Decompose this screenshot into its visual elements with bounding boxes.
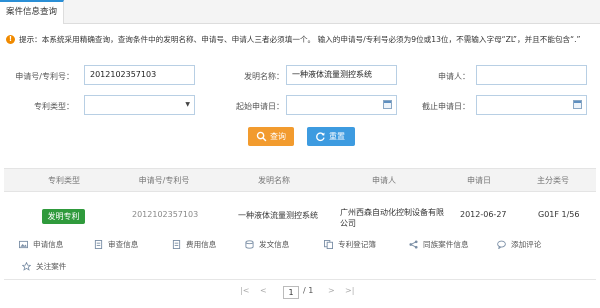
action-label: 添加评论 [511,240,542,249]
action-fee-info[interactable]: 费用信息 [172,239,216,250]
action-application-info[interactable]: 申请信息 [19,239,63,250]
action-examination-info[interactable]: 审查信息 [94,239,138,250]
ipc-cell: G01F 1/56 [538,210,580,219]
action-label: 关注案件 [36,262,67,271]
dropdown-arrow-icon[interactable]: ▼ [185,96,190,114]
invention-name-input[interactable]: 一种液体流量测控系统 [286,65,397,85]
action-patent-register[interactable]: 专利登记簿 [324,239,376,250]
tip-bar: ! 提示：本系统采用精确查询，查询条件中的发明名称、申请号、申请人三者必须填一个… [6,33,594,45]
tip-text: 提示：本系统采用精确查询，查询条件中的发明名称、申请号、申请人三者必须填一个。 … [19,34,581,44]
app-date-cell: 2012-06-27 [460,210,507,219]
image-icon [19,240,28,249]
search-icon [256,131,267,142]
header-invention-name: 发明名称 [258,176,290,185]
search-button[interactable]: 查询 [248,127,294,146]
action-label: 专利登记簿 [338,240,376,249]
start-date-input[interactable] [286,95,397,115]
action-dispatch-info[interactable]: 发文信息 [245,239,289,250]
last-page-button[interactable]: >| [345,286,354,295]
patent-type-badge: 发明专利 [42,209,85,224]
app-no-link[interactable]: 2012102357103 [132,210,198,219]
patent-type-label: 专利类型： [34,102,74,111]
calendar-icon[interactable] [573,100,582,109]
reset-button[interactable]: 重置 [307,127,355,146]
header-app-no: 申请号/专利号 [138,176,190,185]
header-applicant: 申请人 [372,176,396,185]
document-icon [94,240,103,249]
share-icon [409,240,418,249]
header-app-date: 申请日 [467,176,491,185]
action-label: 审查信息 [108,240,139,249]
header-ipc: 主分类号 [537,176,569,185]
pagination: |< < 1 / 1 > >| [0,284,600,302]
action-label: 申请信息 [33,240,64,249]
reset-button-label: 重置 [329,132,345,141]
applicant-input[interactable] [476,65,587,85]
results-table-header: 专利类型 申请号/专利号 发明名称 申请人 申请日 主分类号 [4,168,596,192]
page-number-input[interactable]: 1 [283,286,299,299]
tab-case-query[interactable]: 案件信息查询 [0,0,65,24]
document-icon [172,240,181,249]
applicant-label: 申请人： [438,72,470,81]
refresh-icon [316,132,325,142]
prev-page-button[interactable]: < [260,286,267,295]
action-follow-case[interactable]: 关注案件 [22,261,66,272]
end-date-label: 截止申请日： [422,102,470,111]
first-page-button[interactable]: |< [240,286,249,295]
app-no-input[interactable]: 2012102357103 [84,65,195,85]
search-form: 申请号/专利号： 2012102357103 发明名称： 一种液体流量测控系统 … [4,57,596,157]
page-total: / 1 [303,286,314,295]
table-row: 发明专利 2012102357103 一种液体流量测控系统 广州西森自动化控制设… [4,196,596,280]
star-icon [22,262,31,271]
header-patent-type: 专利类型 [48,176,80,185]
patent-type-select[interactable]: ▼ [84,95,195,115]
comment-icon [497,240,506,249]
search-button-label: 查询 [270,132,286,141]
applicant-cell: 广州西森自动化控制设备有限公司 [340,208,444,228]
start-date-label: 起始申请日： [236,102,284,111]
tab-bar: 案件信息查询 [0,0,600,24]
app-no-label: 申请号/专利号： [15,72,74,81]
copy-icon [324,240,333,249]
calendar-icon[interactable] [383,100,392,109]
invention-name-cell: 一种液体流量测控系统 [238,211,318,220]
action-label: 费用信息 [186,240,217,249]
end-date-input[interactable] [476,95,587,115]
action-family-cases[interactable]: 同族案件信息 [409,239,469,250]
database-icon [245,240,254,249]
action-label: 同族案件信息 [423,240,469,249]
action-add-comment[interactable]: 添加评论 [497,239,541,250]
exclamation-icon: ! [6,34,15,44]
invention-name-label: 发明名称： [244,72,284,81]
action-label: 发文信息 [259,240,290,249]
next-page-button[interactable]: > [328,286,335,295]
